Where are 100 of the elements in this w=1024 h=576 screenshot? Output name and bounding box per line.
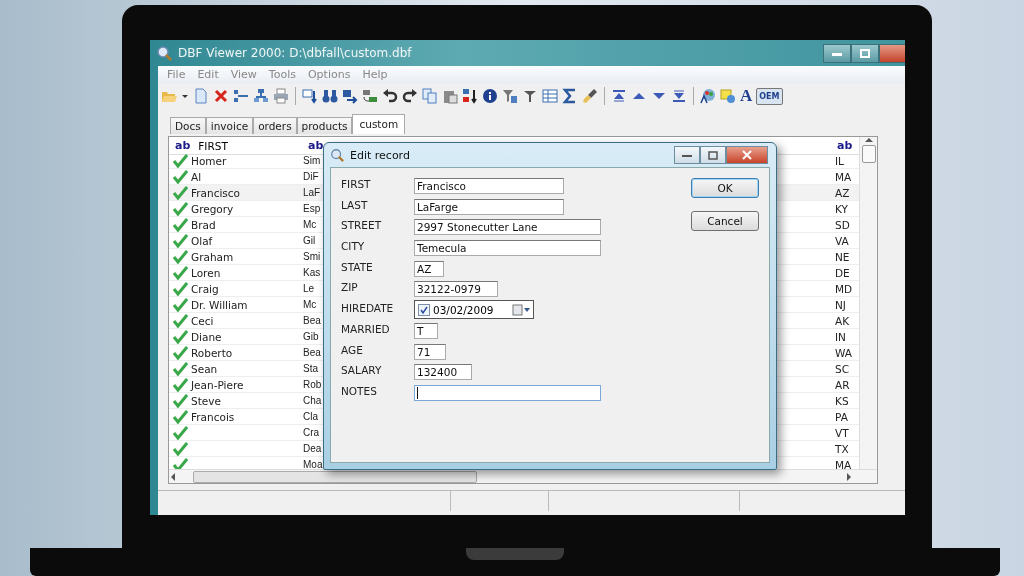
sigma-icon[interactable] — [562, 88, 578, 104]
input-field[interactable]: 71 — [414, 343, 446, 360]
maximize-button[interactable] — [700, 146, 726, 164]
tab[interactable]: custom — [352, 114, 406, 134]
sort-down-icon[interactable] — [302, 88, 318, 104]
table-cell: MD — [831, 281, 859, 297]
scroll-right-icon[interactable] — [845, 472, 853, 481]
checkmark-icon — [173, 377, 188, 392]
input-field[interactable]: LaFarge — [414, 198, 564, 215]
binoculars-icon[interactable] — [322, 88, 338, 104]
checkbox[interactable] — [418, 303, 430, 316]
table-cell: KY — [831, 201, 859, 217]
checkmark-icon — [173, 217, 188, 232]
checkmark-icon — [173, 281, 188, 296]
first-name: Homer — [191, 154, 227, 167]
tab[interactable]: Docs — [170, 117, 206, 134]
table-cell: PA — [831, 409, 859, 425]
maximize-button[interactable] — [851, 43, 879, 63]
checkmark-icon — [173, 249, 188, 264]
ok-button[interactable]: OK — [691, 178, 759, 198]
checkmark-icon — [173, 329, 188, 344]
checkmark-icon — [173, 441, 188, 456]
scroll-left-icon[interactable] — [169, 472, 177, 481]
checkmark-icon — [173, 425, 188, 440]
brush-icon[interactable] — [582, 88, 598, 104]
color-shapes-icon[interactable] — [720, 88, 736, 104]
table-cell: KS — [831, 393, 859, 409]
redo-icon[interactable] — [402, 88, 418, 104]
first-name: Brad — [191, 218, 216, 231]
checkmark-icon — [173, 153, 188, 168]
input-field[interactable]: 32122-0979 — [414, 281, 498, 298]
table-cell: VA — [831, 233, 859, 249]
field-label: STREET — [341, 219, 383, 234]
input-field[interactable] — [414, 384, 601, 401]
scroll-up-icon[interactable] — [864, 137, 873, 143]
table-cell: WA — [831, 345, 859, 361]
app-icon — [330, 148, 344, 162]
table-cell: SD — [831, 217, 859, 233]
tab[interactable]: orders — [253, 117, 297, 134]
first-name: Sean — [191, 362, 218, 375]
close-button[interactable] — [726, 146, 768, 164]
first-name: Al — [191, 170, 202, 183]
first-name: Gregory — [191, 202, 234, 215]
connector-icon[interactable] — [233, 88, 249, 104]
checkmark-icon — [173, 409, 188, 424]
first-name: Francois — [191, 410, 235, 423]
font-button[interactable]: A — [740, 88, 753, 104]
palette-icon[interactable] — [700, 88, 716, 104]
checkmark-icon — [173, 169, 188, 184]
first-name: Steve — [191, 394, 221, 407]
type-label: ab — [308, 139, 324, 152]
type-label: ab — [175, 139, 191, 152]
input-field[interactable]: AZ — [414, 260, 444, 277]
date-picker[interactable]: 03/02/2009 — [414, 300, 534, 320]
first-name: Loren — [191, 266, 221, 279]
table-cell: NJ — [831, 297, 859, 313]
table-cell: AZ — [831, 185, 859, 201]
printer-icon[interactable] — [273, 88, 289, 104]
scrollbar-thumb[interactable] — [193, 470, 477, 483]
input-field[interactable]: 2997 Stonecutter Lane — [414, 219, 601, 236]
window-title: DBF Viewer 2000: D:\dbfall\custom.dbf — [178, 46, 412, 60]
input-field[interactable]: Temecula — [414, 240, 601, 257]
first-record-icon[interactable] — [611, 88, 627, 104]
oem-button[interactable]: OEM — [756, 87, 783, 105]
tab[interactable]: invoice — [205, 117, 254, 134]
checkmark-icon — [173, 457, 188, 469]
tree-icon[interactable] — [253, 88, 269, 104]
filter-icon[interactable] — [502, 88, 518, 104]
first-name: Craig — [191, 282, 219, 295]
table-cell: NE — [831, 249, 859, 265]
field-label: SALARY — [341, 364, 383, 379]
input-field[interactable]: T — [414, 322, 438, 339]
checkmark-icon — [173, 201, 188, 216]
minimize-button[interactable] — [674, 146, 700, 164]
undo-icon[interactable] — [382, 88, 398, 104]
table-icon[interactable] — [542, 88, 558, 104]
find-next-icon[interactable] — [342, 88, 358, 104]
delete-icon[interactable] — [213, 88, 229, 104]
close-icon — [742, 150, 752, 160]
input-field[interactable]: Francisco — [414, 178, 564, 194]
app-icon — [156, 45, 172, 61]
first-name: Roberto — [191, 346, 233, 359]
last-record-icon[interactable] — [671, 88, 687, 104]
first-name: Ceci — [191, 314, 214, 327]
calendar-dropdown-icon[interactable] — [512, 303, 530, 316]
field-label: ZIP — [341, 281, 359, 296]
table-cell: DE — [831, 265, 859, 281]
sort-az-icon[interactable] — [462, 88, 478, 104]
table-cell: TX — [831, 441, 859, 457]
cancel-button[interactable]: Cancel — [691, 211, 759, 231]
first-name: Jean-Piere — [191, 378, 244, 391]
minimize-button[interactable] — [823, 43, 851, 63]
maximize-icon — [708, 150, 718, 160]
first-name: Francisco — [191, 186, 241, 199]
tab[interactable]: products — [296, 117, 353, 134]
scrollbar-thumb[interactable] — [861, 145, 876, 163]
column-header[interactable]: FIRST — [198, 139, 228, 152]
maximize-icon — [860, 48, 870, 58]
info-icon[interactable] — [482, 88, 498, 104]
input-field[interactable]: 132400 — [414, 364, 472, 381]
